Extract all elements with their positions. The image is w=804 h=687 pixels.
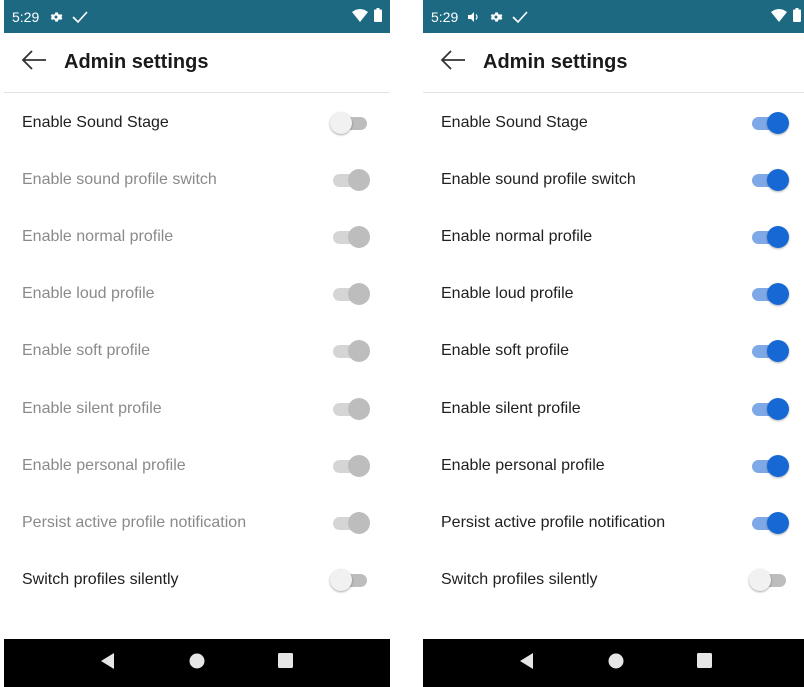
setting-row-enable-loud-profile[interactable]: Enable loud profile (423, 266, 804, 323)
setting-label: Enable normal profile (22, 227, 174, 245)
circle-home-icon (608, 653, 624, 674)
nav-recents-button[interactable] (266, 643, 306, 683)
setting-row-switch-profiles-silently[interactable]: Switch profiles silently (4, 552, 390, 609)
setting-label: Enable loud profile (22, 285, 155, 303)
toggle-switch[interactable] (330, 568, 370, 592)
status-bar: 5:29 (423, 0, 804, 33)
back-button[interactable] (4, 33, 64, 93)
page-title: Admin settings (483, 51, 628, 73)
toggle-switch[interactable] (330, 339, 370, 363)
wifi-icon (771, 8, 787, 25)
toggle-switch[interactable] (749, 168, 789, 192)
setting-label: Enable soft profile (441, 342, 570, 360)
nav-home-button[interactable] (177, 643, 217, 683)
square-recents-icon (278, 653, 294, 673)
toggle-switch[interactable] (330, 225, 370, 249)
setting-row-persist-active-profile-notification[interactable]: Persist active profile notification (423, 494, 804, 551)
toggle-switch[interactable] (330, 454, 370, 478)
setting-label: Persist active profile notification (22, 513, 247, 531)
toggle-switch[interactable] (749, 282, 789, 306)
settings-list: Enable Sound Stage Enable sound profile … (423, 94, 804, 609)
battery-icon (374, 8, 382, 25)
setting-label: Switch profiles silently (441, 571, 598, 589)
setting-label: Enable Sound Stage (441, 113, 588, 131)
toggle-switch[interactable] (749, 111, 789, 135)
square-recents-icon (697, 653, 713, 673)
arrow-left-icon (440, 50, 466, 75)
toggle-switch[interactable] (749, 568, 789, 592)
setting-label: Enable silent profile (22, 399, 162, 417)
setting-label: Enable loud profile (441, 285, 574, 303)
toggle-switch[interactable] (749, 454, 789, 478)
setting-row-enable-sound-stage[interactable]: Enable Sound Stage (4, 94, 390, 151)
nav-bar (423, 639, 804, 687)
toggle-switch[interactable] (330, 511, 370, 535)
app-bar: Admin settings (4, 33, 390, 93)
setting-row-enable-loud-profile[interactable]: Enable loud profile (4, 266, 390, 323)
volume-icon (468, 11, 480, 23)
toggle-switch[interactable] (330, 168, 370, 192)
setting-label: Enable sound profile switch (441, 170, 636, 188)
status-time: 5:29 (431, 8, 459, 25)
phone-screen-right: 5:29 Admin settings Enable Sound Stage E… (423, 0, 804, 687)
setting-row-persist-active-profile-notification[interactable]: Persist active profile notification (4, 494, 390, 551)
battery-icon (793, 8, 801, 25)
wifi-icon (352, 8, 368, 25)
circle-home-icon (189, 653, 205, 674)
triangle-back-icon (101, 652, 115, 674)
toggle-switch[interactable] (330, 282, 370, 306)
toggle-switch[interactable] (330, 397, 370, 421)
setting-row-switch-profiles-silently[interactable]: Switch profiles silently (423, 552, 804, 609)
setting-row-enable-personal-profile[interactable]: Enable personal profile (4, 437, 390, 494)
check-icon (512, 10, 528, 24)
phone-screen-left: 5:29 Admin settings Enable Sound Stage E… (4, 0, 390, 687)
nav-recents-button[interactable] (685, 643, 725, 683)
setting-row-enable-normal-profile[interactable]: Enable normal profile (4, 208, 390, 265)
status-time: 5:29 (12, 8, 40, 25)
setting-label: Enable personal profile (22, 456, 186, 474)
setting-label: Enable Sound Stage (22, 113, 169, 131)
triangle-back-icon (520, 652, 534, 674)
setting-row-enable-personal-profile[interactable]: Enable personal profile (423, 437, 804, 494)
arrow-left-icon (21, 50, 47, 75)
nav-bar (4, 639, 390, 687)
setting-label: Enable normal profile (441, 227, 593, 245)
nav-home-button[interactable] (596, 643, 636, 683)
toggle-switch[interactable] (749, 397, 789, 421)
setting-label: Enable personal profile (441, 456, 605, 474)
setting-label: Enable sound profile switch (22, 170, 217, 188)
setting-label: Switch profiles silently (22, 571, 179, 589)
setting-row-enable-sound-profile-switch[interactable]: Enable sound profile switch (423, 151, 804, 208)
gear-icon (489, 10, 503, 24)
status-bar: 5:29 (4, 0, 390, 33)
toggle-switch[interactable] (330, 111, 370, 135)
settings-list: Enable Sound Stage Enable sound profile … (4, 94, 390, 609)
setting-row-enable-sound-stage[interactable]: Enable Sound Stage (423, 94, 804, 151)
setting-row-enable-soft-profile[interactable]: Enable soft profile (423, 323, 804, 380)
toggle-switch[interactable] (749, 225, 789, 249)
page-title: Admin settings (64, 51, 209, 73)
setting-label: Persist active profile notification (441, 513, 666, 531)
gear-icon (49, 10, 63, 24)
setting-row-enable-silent-profile[interactable]: Enable silent profile (423, 380, 804, 437)
setting-label: Enable soft profile (22, 342, 151, 360)
setting-row-enable-soft-profile[interactable]: Enable soft profile (4, 323, 390, 380)
toggle-switch[interactable] (749, 339, 789, 363)
setting-row-enable-normal-profile[interactable]: Enable normal profile (423, 208, 804, 265)
setting-label: Enable silent profile (441, 399, 581, 417)
setting-row-enable-silent-profile[interactable]: Enable silent profile (4, 380, 390, 437)
check-icon (72, 10, 88, 24)
app-bar: Admin settings (423, 33, 804, 93)
nav-back-button[interactable] (507, 643, 547, 683)
toggle-switch[interactable] (749, 511, 789, 535)
nav-back-button[interactable] (88, 643, 128, 683)
setting-row-enable-sound-profile-switch[interactable]: Enable sound profile switch (4, 151, 390, 208)
back-button[interactable] (423, 33, 483, 93)
